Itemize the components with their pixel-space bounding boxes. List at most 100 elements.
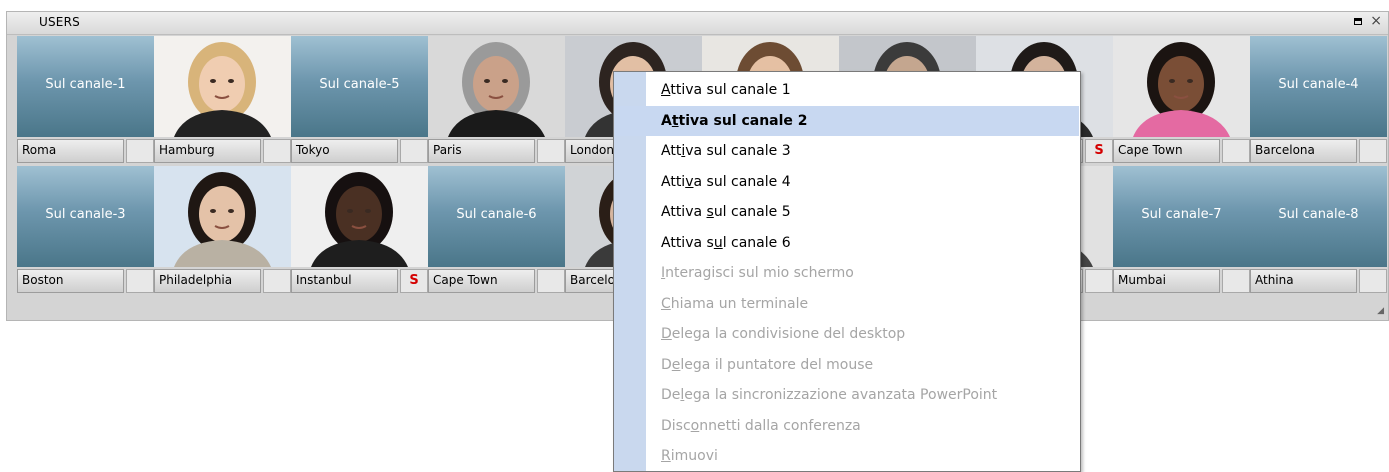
user-location-label: Athina [1250, 269, 1357, 293]
menu-item[interactable]: Attiva sul canale 2 [615, 105, 1079, 136]
menu-item: Delega il puntatore del mouse [646, 350, 1079, 380]
user-location-label: Mumbai [1113, 269, 1220, 293]
channel-tile[interactable]: Sul canale-3 [17, 166, 154, 267]
menu-item[interactable]: Attiva sul canale 3 [646, 136, 1079, 166]
menu-item-accelerator: o [690, 417, 700, 434]
channel-text: Sul canale-3 [45, 207, 126, 222]
channel-text: Sul canale-6 [456, 207, 537, 222]
menu-item-accelerator: t [671, 112, 679, 129]
status-badge[interactable] [263, 269, 291, 293]
menu-item-text-post: hiama un terminale [670, 295, 809, 312]
menu-item-text-post: nnetti dalla conferenza [699, 417, 861, 434]
user-photo[interactable] [428, 36, 565, 137]
menu-item-text-post: elega la condivisione del desktop [671, 326, 906, 342]
portrait-image [428, 36, 565, 137]
menu-item: Rimuovi [646, 441, 1079, 471]
channel-tile[interactable]: Sul canale-8 [1250, 166, 1387, 267]
user-location-label: Paris [428, 139, 535, 163]
menu-item-text-post: tiva sul canale 2 [678, 112, 808, 129]
portrait-image [291, 166, 428, 267]
menu-item-accelerator: A [661, 82, 671, 98]
user-tile[interactable]: Philadelphia [154, 166, 291, 293]
user-location-label: Cape Town [428, 269, 535, 293]
user-tile[interactable]: Sul canale-1 Roma [17, 36, 154, 163]
status-badge[interactable] [1359, 269, 1387, 293]
context-menu: Attiva sul canale 1 Attiva sul canale 2 At… [613, 71, 1081, 472]
panel-title: USERS [39, 15, 80, 29]
status-badge[interactable] [126, 139, 154, 163]
menu-item-text-pre: Disc [661, 417, 691, 434]
menu-item-text-pre: D [661, 356, 672, 373]
maximize-icon[interactable] [1354, 18, 1362, 25]
portrait-image [1113, 36, 1250, 137]
status-badge[interactable] [126, 269, 154, 293]
user-tile[interactable]: Sul canale-3 Boston [17, 166, 154, 293]
menu-item-accelerator: R [661, 448, 671, 464]
user-tile[interactable]: Sul canale-5 Tokyo [291, 36, 428, 163]
user-location-label: Roma [17, 139, 124, 163]
user-tile[interactable]: Hamburg [154, 36, 291, 163]
menu-item-text-pre: De [661, 387, 681, 403]
status-badge[interactable] [1085, 269, 1113, 293]
menu-item-accelerator: s [706, 204, 714, 220]
user-photo[interactable] [1113, 36, 1250, 137]
menu-item[interactable]: Attiva sul canale 6 [646, 228, 1079, 258]
menu-item-text-post: imuovi [670, 448, 718, 464]
user-tile[interactable]: Cape Town [1113, 36, 1250, 163]
resize-grip-icon[interactable]: ◢ [1377, 306, 1384, 316]
user-location-label: Cape Town [1113, 139, 1220, 163]
user-photo[interactable] [291, 166, 428, 267]
close-icon[interactable]: × [1370, 13, 1382, 29]
menu-item-text-post: l canale 6 [722, 234, 791, 251]
menu-item[interactable]: Attiva sul canale 5 [646, 197, 1079, 227]
user-tile[interactable]: Paris [428, 36, 565, 163]
user-photo[interactable] [154, 36, 291, 137]
user-location-label: Tokyo [291, 139, 398, 163]
channel-text: Sul canale-7 [1141, 207, 1222, 222]
status-badge[interactable] [1359, 139, 1387, 163]
user-location-label: Barcelona [1250, 139, 1357, 163]
portrait-image [154, 166, 291, 267]
menu-item[interactable]: Attiva sul canale 1 [646, 75, 1079, 105]
user-location-label: Instanbul [291, 269, 398, 293]
status-badge[interactable]: S [400, 269, 428, 293]
channel-tile[interactable]: Sul canale-5 [291, 36, 428, 137]
channel-tile[interactable]: Sul canale-6 [428, 166, 565, 267]
status-badge[interactable] [400, 139, 428, 163]
menu-item: Delega la condivisione del desktop [646, 319, 1079, 349]
user-tile[interactable]: Sul canale-6 Cape Town [428, 166, 565, 293]
menu-item-accelerator: D [661, 326, 672, 342]
menu-item-text-pre: Att [661, 143, 682, 159]
user-tile[interactable]: Sul canale-4 Barcelona [1250, 36, 1387, 163]
status-badge[interactable] [537, 269, 565, 293]
user-tile[interactable]: Sul canale-7 Mumbai [1113, 166, 1250, 293]
status-badge[interactable] [263, 139, 291, 163]
channel-tile[interactable]: Sul canale-4 [1250, 36, 1387, 137]
menu-item: Interagisci sul mio schermo [646, 258, 1079, 288]
user-location-label: Philadelphia [154, 269, 261, 293]
status-badge[interactable] [537, 139, 565, 163]
menu-item-text-post: ega la sincronizzazione avanzata PowerPo… [684, 387, 998, 403]
menu-item-text-post: va sul canale 3 [685, 143, 791, 159]
user-photo[interactable] [154, 166, 291, 267]
status-badge[interactable]: S [1085, 139, 1113, 163]
status-badge[interactable] [1222, 269, 1250, 293]
menu-item: Disconnetti dalla conferenza [646, 411, 1079, 441]
menu-item-accelerator: v [685, 173, 694, 190]
menu-item-text-post: nteragisci sul mio schermo [665, 265, 854, 281]
user-tile[interactable]: Sul canale-8 Athina [1250, 166, 1387, 293]
menu-item-text-pre: Attiva s [661, 234, 714, 251]
menu-item[interactable]: Attiva sul canale 4 [646, 167, 1079, 197]
menu-item-text-post: ul canale 5 [713, 204, 791, 220]
menu-item-text-pre: Atti [661, 173, 686, 190]
user-tile[interactable]: Instanbul S [291, 166, 428, 293]
menu-item-accelerator: C [661, 295, 671, 312]
portrait-image [154, 36, 291, 137]
channel-tile[interactable]: Sul canale-1 [17, 36, 154, 137]
channel-text: Sul canale-5 [319, 77, 400, 92]
user-location-label: Boston [17, 269, 124, 293]
channel-tile[interactable]: Sul canale-7 [1113, 166, 1250, 267]
channel-text: Sul canale-4 [1278, 77, 1359, 92]
status-badge[interactable] [1222, 139, 1250, 163]
menu-item-text-post: ttiva sul canale 1 [670, 82, 791, 98]
